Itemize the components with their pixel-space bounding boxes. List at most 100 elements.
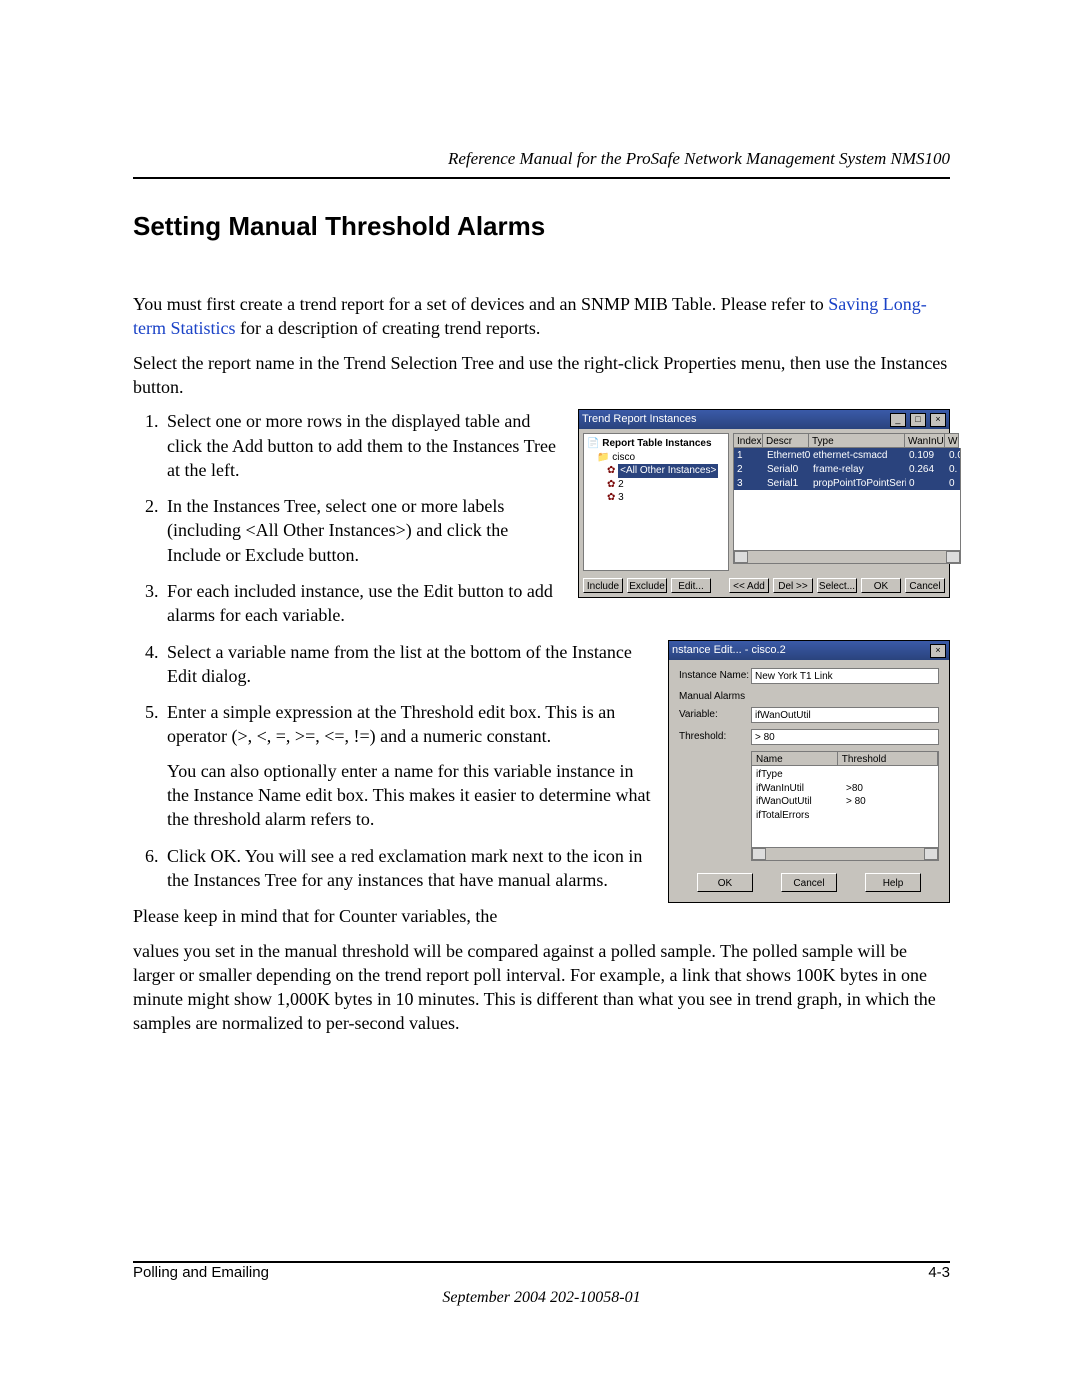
text: You must first create a trend report for… xyxy=(133,294,828,314)
dialog-button[interactable]: Cancel xyxy=(781,873,837,892)
header-rule xyxy=(133,177,950,179)
list-item[interactable]: ifWanOutUtil> 80 xyxy=(756,795,934,809)
cell: propPointToPointSerial xyxy=(810,476,906,490)
variable-list[interactable]: NameThreshold ifTypeifWanInUtil>80ifWanO… xyxy=(751,751,939,861)
window-instance-edit: nstance Edit... - cisco.2 × Instance Nam… xyxy=(668,640,950,904)
label: <All Other Instances> xyxy=(618,464,718,478)
dialog-button[interactable]: Help xyxy=(865,873,921,892)
close-icon[interactable]: × xyxy=(930,413,946,427)
running-header: Reference Manual for the ProSafe Network… xyxy=(133,148,950,171)
scroll-left-icon[interactable] xyxy=(752,848,766,860)
tree-node-cisco[interactable]: 📁 cisco xyxy=(587,451,725,465)
column-header[interactable]: W xyxy=(945,433,959,448)
cell: frame-relay xyxy=(810,462,906,476)
button-group-right: << Add Del >> Select... OK Cancel xyxy=(729,578,945,593)
gear-icon: ✿ xyxy=(607,465,615,476)
tree-leaf-3[interactable]: ✿ 3 xyxy=(587,491,725,505)
scroll-right-icon[interactable] xyxy=(946,551,960,563)
button-group-left: Include Exclude Edit... xyxy=(583,578,711,593)
tree-button[interactable]: Include xyxy=(583,578,623,593)
closing-para-lead: Please keep in mind that for Counter var… xyxy=(133,904,950,928)
window-controls: × xyxy=(929,643,946,658)
instances-tree[interactable]: 📄 Report Table Instances 📁 cisco ✿ <All … xyxy=(583,433,729,571)
cell: Serial0 xyxy=(764,462,810,476)
grid-button[interactable]: OK xyxy=(861,578,901,593)
window-title: nstance Edit... - cisco.2 xyxy=(672,643,786,658)
table-row[interactable]: 2Serial0frame-relay0.2640. xyxy=(734,462,960,476)
grid-header: IndexDescrTypeWanInUtilW xyxy=(733,433,961,448)
window-controls: _ □ × xyxy=(889,412,946,427)
titlebar: nstance Edit... - cisco.2 × xyxy=(669,641,949,660)
grid-button[interactable]: Cancel xyxy=(905,578,945,593)
footer-section: Polling and Emailing xyxy=(133,1263,269,1283)
gear-icon: ✿ xyxy=(607,492,615,503)
minimize-icon[interactable]: _ xyxy=(890,413,906,427)
list-item[interactable]: ifWanInUtil>80 xyxy=(756,782,934,796)
footer-date: September 2004 202-10058-01 xyxy=(133,1287,950,1309)
instance-name-field[interactable]: New York T1 Link xyxy=(751,668,939,684)
table-row[interactable]: 3Serial1propPointToPointSerial00 xyxy=(734,476,960,490)
list-item[interactable]: ifTotalErrors xyxy=(756,809,934,823)
tree-button[interactable]: Exclude xyxy=(627,578,667,593)
label: Report Table Instances xyxy=(602,438,711,449)
table-row[interactable]: 1Ethernet0ethernet-csmacd0.1090.0 xyxy=(734,448,960,462)
cell: 3 xyxy=(734,476,764,490)
cell: 0.264 xyxy=(906,462,946,476)
gear-icon: ✿ xyxy=(607,479,615,490)
variable-field[interactable]: ifWanOutUtil xyxy=(751,707,939,723)
cell: 0.109 xyxy=(906,448,946,462)
column-header[interactable]: Threshold xyxy=(838,752,938,766)
tree-leaf-2[interactable]: ✿ 2 xyxy=(587,478,725,492)
tree-button[interactable]: Edit... xyxy=(671,578,711,593)
titlebar: Trend Report Instances _ □ × xyxy=(579,410,949,429)
tree-root[interactable]: 📄 Report Table Instances xyxy=(587,437,725,451)
horizontal-scrollbar[interactable] xyxy=(752,847,938,860)
section-title: Setting Manual Threshold Alarms xyxy=(133,209,950,244)
close-icon[interactable]: × xyxy=(930,644,946,658)
grid-button[interactable]: << Add xyxy=(729,578,769,593)
grid-button[interactable]: Del >> xyxy=(773,578,813,593)
grid-button[interactable]: Select... xyxy=(817,578,857,593)
label: 2 xyxy=(618,479,624,490)
intro-para-1: You must first create a trend report for… xyxy=(133,292,950,341)
threshold-field[interactable]: > 80 xyxy=(751,729,939,745)
figure-trend-report-instances: Trend Report Instances _ □ × 📄 Report Ta… xyxy=(578,409,950,598)
scroll-left-icon[interactable] xyxy=(734,551,748,563)
cell: 1 xyxy=(734,448,764,462)
cell: ifWanInUtil xyxy=(756,782,846,796)
maximize-icon[interactable]: □ xyxy=(910,413,926,427)
figure-instance-edit: nstance Edit... - cisco.2 × Instance Nam… xyxy=(668,640,950,904)
intro-para-2: Select the report name in the Trend Sele… xyxy=(133,351,950,400)
column-header[interactable]: Name xyxy=(752,752,838,766)
cell: ethernet-csmacd xyxy=(810,448,906,462)
cell: 0. xyxy=(946,462,960,476)
cell: ifWanOutUtil xyxy=(756,795,846,809)
cell: >80 xyxy=(846,782,863,796)
window-trend-report: Trend Report Instances _ □ × 📄 Report Ta… xyxy=(578,409,950,598)
label: cisco xyxy=(612,452,635,463)
instances-grid[interactable]: IndexDescrTypeWanInUtilW 1Ethernet0ether… xyxy=(733,433,961,571)
closing-para: values you set in the manual threshold w… xyxy=(133,939,950,1036)
cell: ifType xyxy=(756,768,846,782)
list-header: NameThreshold xyxy=(752,752,938,766)
column-header[interactable]: Type xyxy=(809,433,905,448)
horizontal-scrollbar[interactable] xyxy=(734,550,960,563)
grid-body[interactable]: 1Ethernet0ethernet-csmacd0.1090.02Serial… xyxy=(733,448,961,564)
dialog-button[interactable]: OK xyxy=(697,873,753,892)
column-header[interactable]: Index xyxy=(733,433,763,448)
cell: 2 xyxy=(734,462,764,476)
tree-leaf-all-other[interactable]: ✿ <All Other Instances> xyxy=(587,464,725,478)
column-header[interactable]: Descr xyxy=(763,433,809,448)
label-threshold: Threshold: xyxy=(679,730,751,744)
window-title: Trend Report Instances xyxy=(582,412,697,427)
page-number: 4-3 xyxy=(928,1263,950,1283)
column-header[interactable]: WanInUtil xyxy=(905,433,945,448)
label: 3 xyxy=(618,492,624,503)
label-instance-name: Instance Name: xyxy=(679,669,751,683)
cell: 0.0 xyxy=(946,448,960,462)
cell: > 80 xyxy=(846,795,866,809)
list-item[interactable]: ifType xyxy=(756,768,934,782)
label-variable: Variable: xyxy=(679,708,751,722)
group-manual-alarms: Manual Alarms xyxy=(679,690,939,704)
scroll-right-icon[interactable] xyxy=(924,848,938,860)
